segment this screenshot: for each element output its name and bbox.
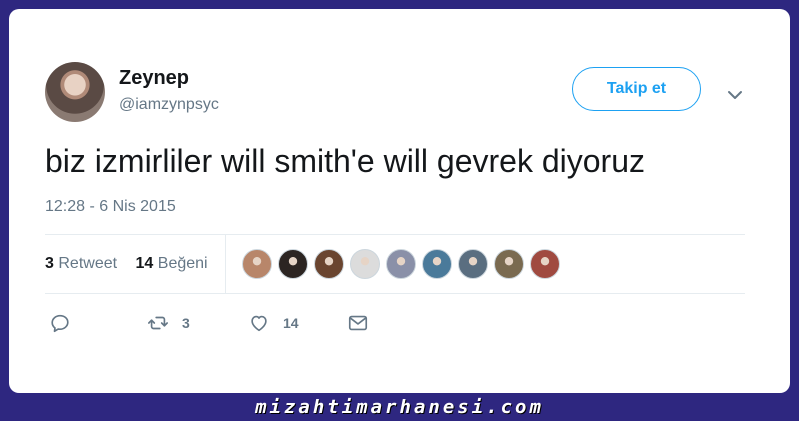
liker-avatar[interactable]	[530, 249, 560, 279]
like-count: 14	[283, 315, 299, 331]
retweet-button[interactable]: 3	[147, 312, 190, 334]
avatar[interactable]	[45, 62, 105, 122]
divider-bottom	[45, 293, 745, 294]
chevron-down-icon[interactable]	[725, 85, 745, 105]
like-stat-count: 14	[135, 255, 154, 272]
liker-avatar[interactable]	[386, 249, 416, 279]
liker-avatar[interactable]	[314, 249, 344, 279]
like-stat-label: Beğeni	[157, 255, 208, 272]
like-stat[interactable]: 14 Beğeni	[136, 255, 208, 272]
reply-icon	[51, 314, 69, 333]
liker-avatar[interactable]	[494, 249, 524, 279]
retweet-stat[interactable]: 3 Retweet	[45, 255, 117, 272]
follow-button[interactable]: Takip et	[572, 67, 701, 111]
watermark: mizahtimarhanesi.com	[255, 396, 544, 418]
liker-avatars	[242, 249, 566, 279]
retweet-icon	[148, 316, 168, 330]
user-handle[interactable]: @iamzynpsyc	[119, 96, 219, 114]
reply-button[interactable]	[49, 312, 71, 334]
liker-avatar[interactable]	[458, 249, 488, 279]
direct-message-button[interactable]	[347, 312, 369, 334]
liker-avatar[interactable]	[422, 249, 452, 279]
user-name[interactable]: Zeynep	[119, 67, 189, 90]
envelope-icon	[348, 315, 368, 331]
liker-avatar[interactable]	[350, 249, 380, 279]
like-button[interactable]: 14	[248, 312, 299, 334]
tweet-card: Zeynep @iamzynpsyc Takip et biz izmirlil…	[9, 9, 790, 393]
tweet-text: biz izmirliler will smith'e will gevrek …	[45, 143, 645, 179]
engagement-stats: 3 Retweet 14 Beğeni	[45, 255, 208, 273]
retweet-count: 3	[182, 315, 190, 331]
tweet-timestamp[interactable]: 12:28 - 6 Nis 2015	[45, 198, 176, 216]
retweet-stat-count: 3	[45, 255, 54, 272]
stats-separator	[225, 235, 226, 293]
divider-top	[45, 234, 745, 235]
retweet-stat-label: Retweet	[58, 255, 118, 272]
heart-icon	[251, 315, 267, 332]
liker-avatar[interactable]	[278, 249, 308, 279]
liker-avatar[interactable]	[242, 249, 272, 279]
